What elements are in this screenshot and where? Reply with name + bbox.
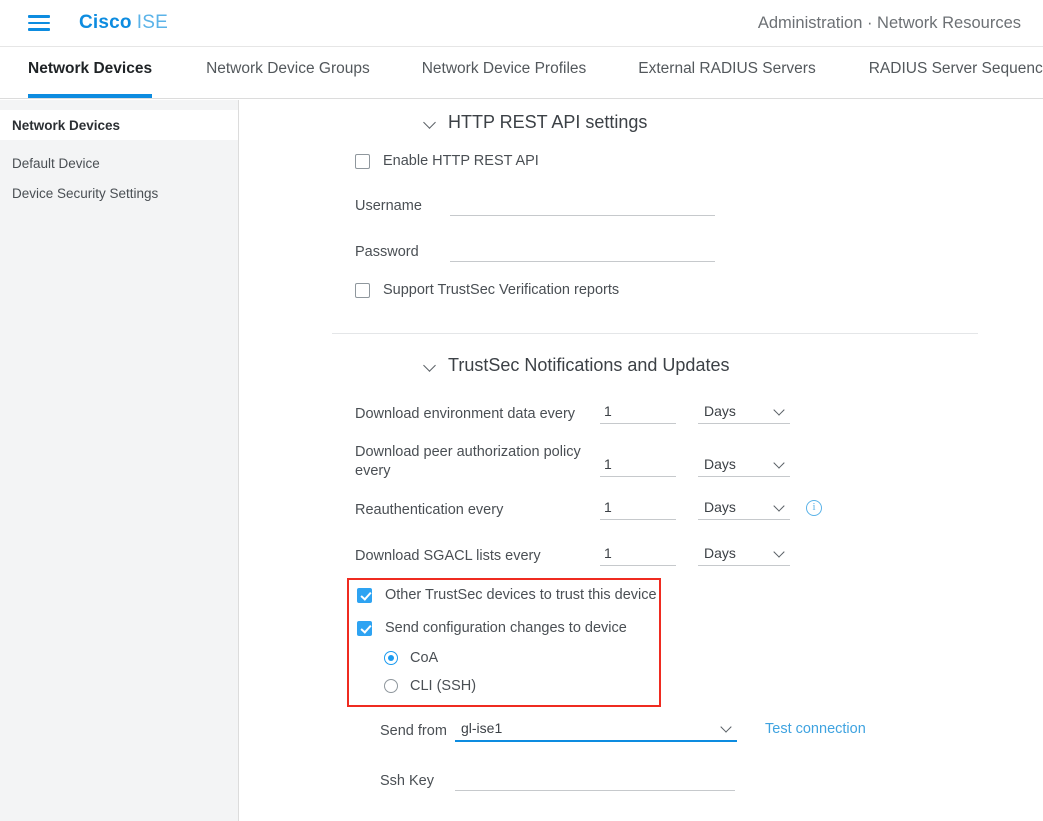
username-input[interactable]: [450, 195, 715, 216]
interval-label: Reauthentication every: [355, 501, 504, 518]
coa-radio[interactable]: [384, 651, 398, 665]
password-field-row: Password: [355, 241, 715, 262]
brand-secondary: ISE: [136, 12, 168, 33]
section-title: TrustSec Notifications and Updates: [448, 355, 730, 375]
username-label: Username: [355, 197, 422, 214]
interval-row-reauthentication: Reauthentication every Days i: [355, 499, 975, 520]
send-config-label: Send configuration changes to device: [385, 620, 627, 636]
username-field-row: Username: [355, 195, 715, 216]
sidebar-item-network-devices[interactable]: Network Devices: [0, 110, 238, 140]
send-config-row[interactable]: Send configuration changes to device: [357, 620, 627, 636]
section-header-http-rest-api[interactable]: HTTP REST API settings: [424, 112, 647, 133]
send-from-label: Send from: [380, 723, 447, 739]
trust-device-label: Other TrustSec devices to trust this dev…: [385, 587, 657, 603]
send-from-select[interactable]: gl-ise1: [455, 720, 737, 742]
send-mode-option-cli-ssh[interactable]: CLI (SSH): [384, 678, 476, 694]
support-trustsec-verification-label: Support TrustSec Verification reports: [383, 282, 620, 298]
cli-ssh-radio[interactable]: [384, 679, 398, 693]
tab-radius-server-sequences[interactable]: RADIUS Server Sequences: [869, 47, 1043, 98]
section-divider: [332, 333, 978, 334]
chevron-down-icon: [774, 458, 786, 470]
sidebar-item-label: Default Device: [12, 155, 100, 171]
chevron-down-icon: [424, 359, 438, 373]
ssh-key-input[interactable]: [455, 770, 735, 791]
interval-row-download-peer-authorization-policy: Download peer authorization policy every…: [355, 443, 915, 481]
section-title: HTTP REST API settings: [448, 112, 648, 132]
chevron-down-icon: [424, 116, 438, 130]
tab-external-radius-servers[interactable]: External RADIUS Servers: [638, 47, 815, 98]
send-mode-option-coa[interactable]: CoA: [384, 650, 438, 666]
interval-unit-select[interactable]: Days: [698, 499, 790, 520]
password-input[interactable]: [450, 241, 715, 262]
interval-unit-value: Days: [704, 403, 736, 419]
sidebar-item-label: Network Devices: [12, 117, 121, 133]
trust-device-checkbox[interactable]: [357, 587, 372, 603]
support-trustsec-verification-checkbox[interactable]: [355, 282, 370, 298]
chevron-down-icon: [721, 722, 733, 734]
main-content: HTTP REST API settings Enable HTTP REST …: [240, 100, 1043, 821]
section-header-trustsec-notifications[interactable]: TrustSec Notifications and Updates: [424, 355, 729, 376]
interval-label: Download SGACL lists every: [355, 547, 541, 564]
hamburger-icon[interactable]: [28, 15, 50, 31]
chevron-down-icon: [774, 405, 786, 417]
sidebar-item-device-security-settings[interactable]: Device Security Settings: [0, 178, 238, 208]
ssh-key-row: Ssh Key: [380, 770, 735, 791]
send-config-checkbox[interactable]: [357, 620, 372, 636]
brand-primary: Cisco: [79, 12, 132, 33]
password-label: Password: [355, 243, 419, 260]
tab-label: Network Devices: [28, 60, 153, 77]
chevron-down-icon: [774, 501, 786, 513]
tab-label: Network Device Groups: [206, 60, 370, 77]
top-bar: Cisco ISE Administration · Network Resour…: [0, 0, 1043, 47]
interval-unit-value: Days: [704, 456, 736, 472]
tab-label: External RADIUS Servers: [638, 60, 816, 77]
enable-http-rest-api-label: Enable HTTP REST API: [383, 153, 539, 169]
send-from-value: gl-ise1: [461, 720, 503, 736]
interval-unit-select[interactable]: Days: [698, 403, 790, 424]
info-icon[interactable]: i: [806, 499, 822, 516]
interval-value-input[interactable]: [600, 499, 676, 520]
enable-http-rest-api-row[interactable]: Enable HTTP REST API: [355, 153, 539, 169]
tab-network-devices[interactable]: Network Devices: [28, 47, 153, 98]
tab-active-underline: [28, 94, 153, 98]
test-connection-link[interactable]: Test connection: [765, 721, 866, 737]
tab-bar: Network Devices Network Device Groups Ne…: [0, 47, 1043, 99]
enable-http-rest-api-checkbox[interactable]: [355, 153, 370, 169]
app-logo: Cisco ISE: [79, 12, 168, 34]
interval-unit-value: Days: [704, 499, 736, 515]
interval-label: Download peer authorization policy every: [355, 444, 581, 479]
tab-label: Network Device Profiles: [421, 60, 587, 77]
coa-label: CoA: [410, 650, 439, 666]
interval-value-input[interactable]: [600, 403, 676, 424]
breadcrumb: Administration · Network Resources: [757, 13, 1021, 32]
sidebar-item-default-device[interactable]: Default Device: [0, 148, 238, 178]
sidebar-item-label: Device Security Settings: [12, 185, 159, 201]
interval-label: Download environment data every: [355, 405, 576, 422]
interval-unit-select[interactable]: Days: [698, 545, 790, 566]
send-from-row: Send from gl-ise1 Test connection: [380, 720, 866, 742]
cli-ssh-label: CLI (SSH): [410, 678, 477, 694]
interval-unit-select[interactable]: Days: [698, 456, 790, 477]
interval-value-input[interactable]: [600, 456, 676, 477]
trust-device-row[interactable]: Other TrustSec devices to trust this dev…: [357, 587, 657, 603]
tab-network-device-profiles[interactable]: Network Device Profiles: [422, 47, 587, 98]
interval-unit-value: Days: [704, 545, 736, 561]
interval-row-download-environment-data: Download environment data every Days: [355, 403, 915, 424]
interval-row-download-sgacl-lists: Download SGACL lists every Days: [355, 545, 915, 566]
ssh-key-label: Ssh Key: [380, 772, 434, 789]
interval-value-input[interactable]: [600, 545, 676, 566]
chevron-down-icon: [774, 547, 786, 559]
support-trustsec-verification-row[interactable]: Support TrustSec Verification reports: [355, 282, 619, 298]
tab-network-device-groups[interactable]: Network Device Groups: [206, 47, 370, 98]
sidebar: Network Devices Default Device Device Se…: [0, 100, 239, 821]
tab-label: RADIUS Server Sequences: [868, 60, 1043, 77]
